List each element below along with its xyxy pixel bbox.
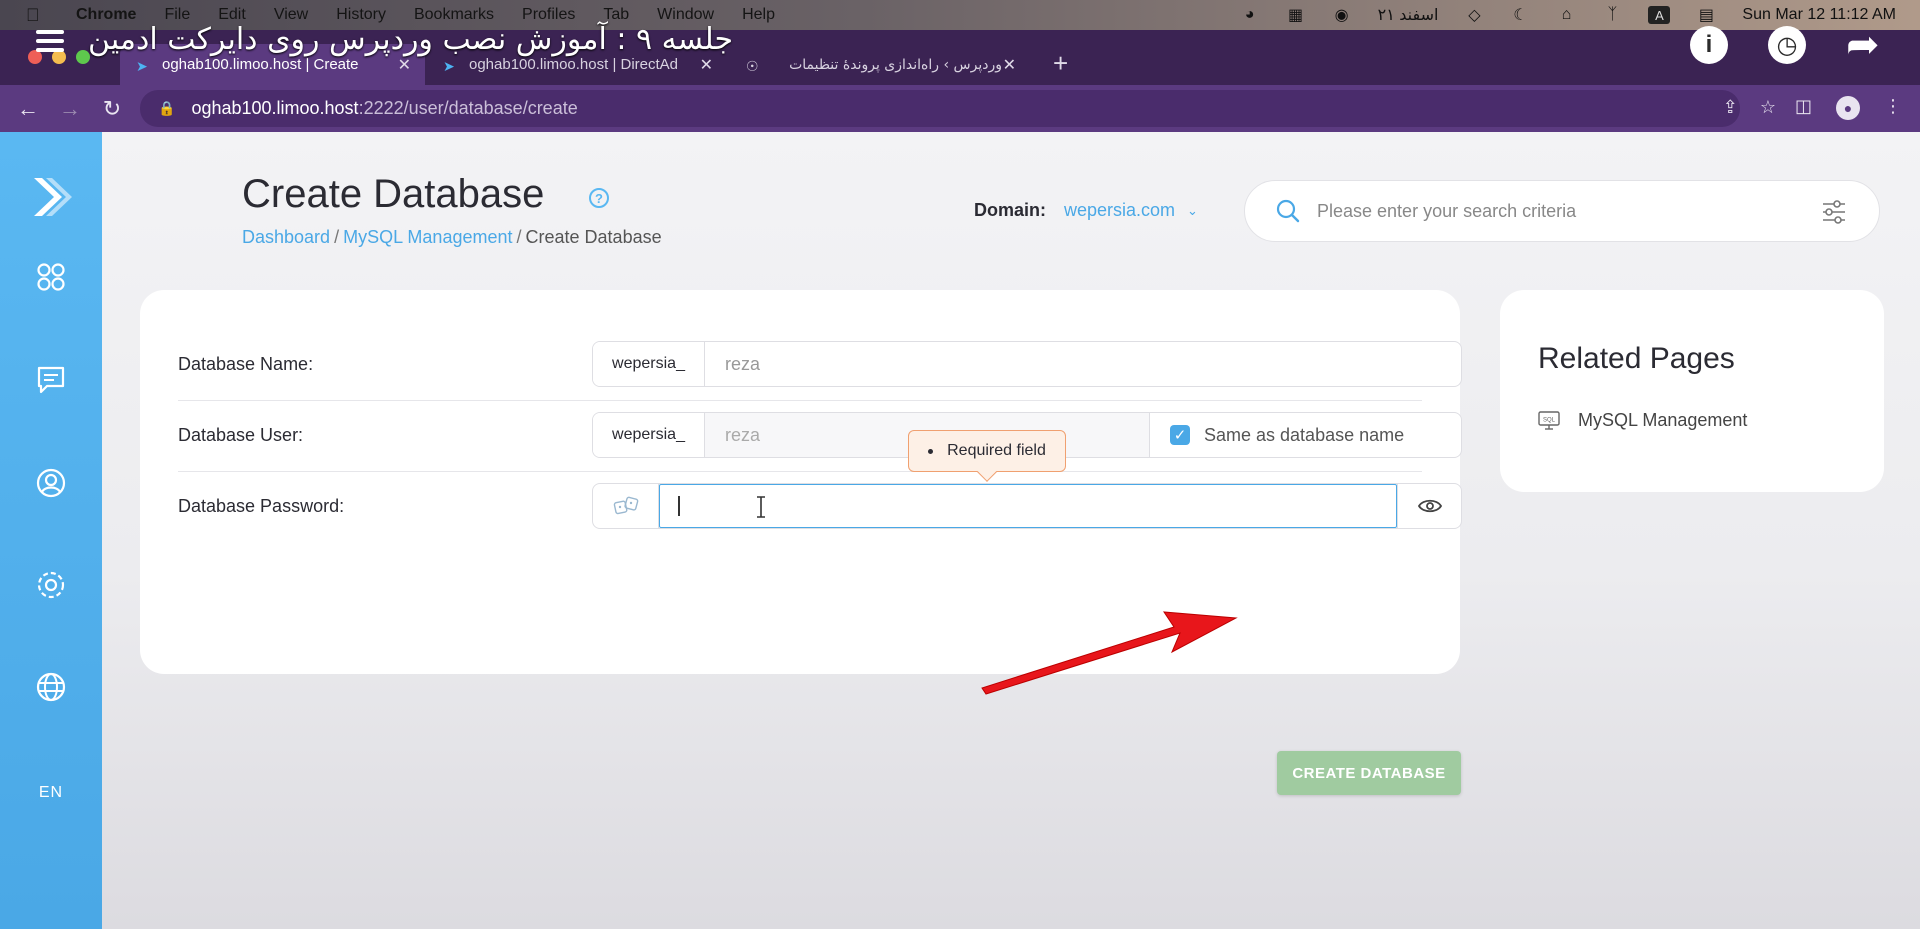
db-user-label: Database User: (178, 425, 304, 445)
url-host: oghab100.limoo.host (191, 98, 359, 118)
related-pages-card: Related Pages SQL MySQL Management (1500, 290, 1884, 492)
chevron-down-icon[interactable]: ⌄ (1187, 203, 1198, 219)
help-question-icon[interactable]: ? (589, 188, 609, 208)
dice-icon[interactable] (613, 495, 639, 517)
settings-gear-icon[interactable] (34, 568, 68, 602)
wifi-icon[interactable]: ⌂ (1556, 5, 1576, 25)
share-arrow-icon[interactable]: ➦ (1846, 25, 1890, 65)
globe-favicon-icon: ☉ (746, 57, 759, 74)
domain-selector[interactable]: Domain: wepersia.com ⌄ (974, 200, 1198, 221)
tooltip-text: Required field (947, 442, 1046, 459)
tab-close-icon[interactable]: ✕ (398, 55, 411, 75)
layers-icon[interactable]: ◇ (1464, 5, 1484, 25)
new-tab-plus-icon[interactable]: + (1053, 48, 1068, 79)
sidebar: EN (0, 132, 102, 929)
bullet-dot (928, 448, 934, 454)
directadmin-favicon-icon: ➤ (443, 57, 455, 74)
db-user-prefix: wepersia_ (593, 413, 705, 457)
bookmark-star-icon[interactable]: ☆ (1760, 97, 1776, 118)
tab-wordpress[interactable]: ☉ وردپرس › راه‌اندازی پروندهٔ تنظیمات ✕ (730, 44, 1030, 85)
tab-label: oghab100.limoo.host | DirectAd (469, 56, 679, 73)
search-icon (1276, 199, 1300, 223)
domain-value[interactable]: wepersia.com (1064, 200, 1175, 221)
lock-icon[interactable]: 🔒 (158, 100, 175, 117)
same-as-db-name-checkbox[interactable]: ✓ Same as database name (1149, 413, 1461, 457)
omnibox-actions: ⇪ ☆ (1723, 97, 1776, 118)
related-link-label[interactable]: MySQL Management (1578, 410, 1747, 431)
reload-icon[interactable]: ↻ (98, 96, 126, 122)
form-row-db-user: Database User: wepersia_ reza ✓ Same as … (178, 401, 1462, 472)
text-caret (678, 496, 680, 516)
url-path: :2222/user/database/create (358, 98, 578, 118)
generate-password-dice-button[interactable] (593, 484, 659, 528)
domain-label: Domain: (974, 200, 1046, 220)
breadcrumb: Dashboard / MySQL Management / Create Databa… (242, 227, 662, 247)
page-title: Create Database (242, 172, 545, 216)
apple-icon[interactable]:  (26, 5, 44, 26)
directadmin-logo-icon[interactable] (28, 174, 74, 220)
db-password-input[interactable] (659, 484, 1397, 528)
tab-label: oghab100.limoo.host | Create (162, 56, 359, 73)
checkbox-checked-icon[interactable]: ✓ (1170, 425, 1190, 445)
creative-cloud-icon[interactable]: ◉ (1332, 5, 1352, 25)
input-source-icon[interactable]: A (1648, 6, 1671, 24)
menu-help[interactable]: Help (742, 6, 775, 24)
dashboard-grid-icon[interactable] (34, 260, 68, 294)
db-name-group: wepersia_ reza (592, 341, 1462, 387)
ibeam-cursor-icon (757, 496, 765, 518)
directadmin-favicon-icon: ➤ (136, 57, 148, 74)
db-name-prefix: wepersia_ (593, 342, 705, 386)
menubar-clock[interactable]: Sun Mar 12 11:12 AM (1742, 6, 1896, 24)
messages-icon[interactable] (34, 363, 68, 397)
globe-language-icon[interactable] (34, 670, 68, 704)
db-password-label: Database Password: (178, 496, 345, 516)
search-box (1244, 180, 1880, 242)
create-database-form: Database Name: wepersia_ reza Database U… (140, 290, 1462, 795)
search-input[interactable] (1317, 200, 1797, 222)
bluetooth-icon[interactable]: ᛉ (1602, 5, 1622, 25)
video-overlay-controls: i ◷ ➦ (1690, 25, 1890, 65)
video-title: جلسه ۹ : آموزش نصب وردپرس روی دایرکت ادم… (88, 22, 733, 57)
form-row-db-name: Database Name: wepersia_ reza (178, 330, 1462, 401)
form-row-db-password: Database Password: (178, 472, 1462, 543)
breadcrumb-mysql-management[interactable]: MySQL Management (343, 227, 512, 247)
tab-close-icon[interactable]: ✕ (700, 55, 713, 75)
control-center-icon[interactable]: ▤ (1696, 5, 1716, 25)
related-link-mysql-management[interactable]: SQL MySQL Management (1538, 410, 1747, 431)
toolbar-right: ◫ ● ⋮ (1795, 96, 1902, 120)
svg-text:SQL: SQL (1543, 417, 1556, 423)
eye-icon[interactable] (1417, 498, 1442, 514)
breadcrumb-current: Create Database (525, 227, 662, 247)
create-database-button[interactable]: CREATE DATABASE (1277, 751, 1461, 795)
info-icon[interactable]: i (1690, 26, 1728, 64)
profile-avatar-icon[interactable]: ● (1836, 96, 1860, 120)
db-name-input[interactable]: reza (705, 342, 1461, 386)
dashboard-icon[interactable]: ▦ (1286, 5, 1306, 25)
kebab-menu-icon[interactable]: ⋮ (1884, 96, 1902, 120)
language-selector[interactable]: EN (0, 784, 102, 802)
forward-arrow-icon[interactable]: → (56, 96, 84, 122)
browser-toolbar: ← → ↻ 🔒 oghab100.limoo.host:2222/user/da… (0, 85, 1920, 132)
user-account-icon[interactable] (34, 466, 68, 500)
db-password-group (592, 483, 1462, 529)
side-panel-icon[interactable]: ◫ (1795, 96, 1812, 120)
moon-icon[interactable]: ☾ (1510, 5, 1530, 25)
related-pages-title: Related Pages (1538, 342, 1735, 375)
sql-monitor-icon: SQL (1538, 410, 1560, 430)
back-arrow-icon[interactable]: ← (14, 96, 42, 122)
address-bar[interactable]: 🔒 oghab100.limoo.host:2222/user/database… (140, 90, 1740, 127)
tab-label: وردپرس › راه‌اندازی پروندهٔ تنظیمات (789, 56, 1002, 73)
watch-later-clock-icon[interactable]: ◷ (1768, 26, 1806, 64)
main-content: Create Database ? Dashboard / MySQL Manage… (102, 132, 1920, 929)
vpn-icon[interactable]: ◕ (1240, 5, 1260, 25)
show-password-toggle[interactable] (1397, 484, 1461, 528)
db-name-label: Database Name: (178, 354, 314, 374)
menubar-date-fa[interactable]: ۲۱ اسفند (1378, 5, 1439, 25)
tab-close-icon[interactable]: ✕ (1003, 55, 1016, 75)
breadcrumb-dashboard[interactable]: Dashboard (242, 227, 330, 247)
share-icon[interactable]: ⇪ (1723, 97, 1738, 118)
hamburger-menu-icon[interactable] (36, 30, 64, 57)
same-as-label[interactable]: Same as database name (1204, 425, 1404, 446)
filter-sliders-icon[interactable] (1821, 199, 1847, 225)
